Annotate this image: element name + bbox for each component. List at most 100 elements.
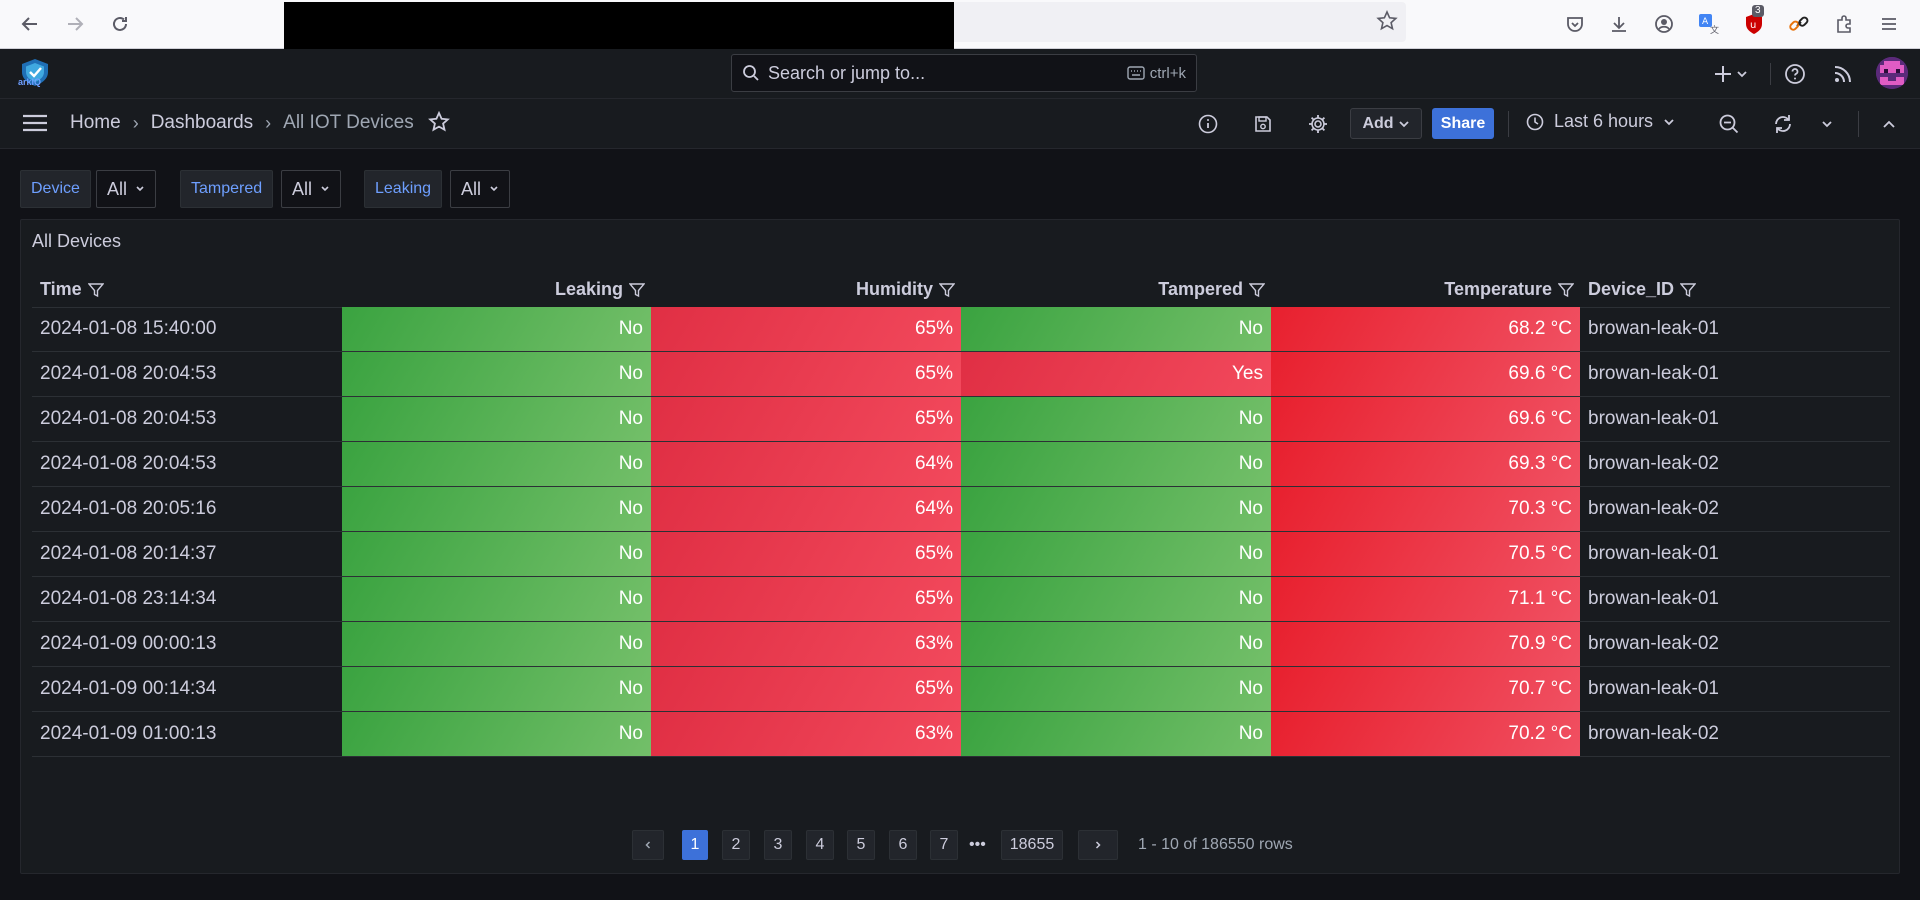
filter-icon[interactable] [87,282,104,298]
breadcrumb-home[interactable]: Home [70,112,121,134]
variable-leaking-select[interactable]: All [450,170,511,208]
cell-time: 2024-01-09 00:14:34 [40,678,217,699]
back-icon[interactable] [18,12,42,36]
column-header-temperature[interactable]: Temperature [1271,272,1580,307]
settings-gear-icon[interactable] [1305,111,1331,137]
refresh-interval-chevron-icon[interactable] [1814,111,1840,137]
reload-icon[interactable] [108,12,132,36]
cell-temperature: 70.7 °C [1271,667,1580,711]
column-header-device-id[interactable]: Device_ID [1580,272,1890,307]
breadcrumb-current: All IOT Devices [283,112,414,133]
collapse-chevron-up-icon[interactable] [1876,111,1902,137]
news-feed-icon[interactable] [1830,61,1856,87]
table-row: 2024-01-08 20:04:53 No 64% No 69.3 °C browan-… [32,442,1890,487]
filter-icon[interactable] [1680,282,1697,298]
zoom-out-icon[interactable] [1716,111,1742,137]
variable-device-select[interactable]: All [96,170,157,208]
cell-humidity: 65% [651,307,961,351]
search-bar[interactable]: Search or jump to... ctrl+k [731,54,1197,92]
table-row: 2024-01-08 23:14:34 No 65% No 71.1 °C browan-… [32,577,1890,622]
translate-icon[interactable]: A文 [1697,12,1721,36]
column-header-label: Temperature [1444,279,1552,299]
browser-toolbar: A文 u 3 [0,0,1920,52]
url-bar[interactable] [284,2,1406,52]
forward-icon[interactable] [63,12,87,36]
cell-leaking: No [342,532,651,576]
add-button[interactable]: Add [1350,108,1422,139]
table-row: 2024-01-08 20:04:53 No 65% No 69.6 °C browan-… [32,397,1890,442]
cell-tampered: No [961,442,1271,486]
link-icon[interactable] [1787,12,1811,36]
cell-temperature: 70.9 °C [1271,622,1580,666]
cell-tampered: No [961,622,1271,666]
extensions-icon[interactable] [1832,12,1856,36]
cell-time: 2024-01-08 20:04:53 [40,453,217,474]
save-icon[interactable] [1250,111,1276,137]
page-button-last[interactable]: 18655 [1001,830,1063,860]
dashboard-info-icon[interactable] [1195,111,1221,137]
hamburger-menu-icon[interactable] [22,113,48,133]
extension-badge: 3 [1752,5,1764,17]
filter-icon[interactable] [1558,282,1574,298]
breadcrumb-dashboards[interactable]: Dashboards [151,112,253,134]
page-button-5[interactable]: 5 [847,830,875,860]
cell-temperature: 69.3 °C [1271,442,1580,486]
cell-device-id: browan-leak-01 [1588,318,1719,339]
cell-time: 2024-01-09 01:00:13 [40,723,217,744]
breadcrumb: Home › Dashboards › All IOT Devices [70,112,414,134]
cell-humidity: 65% [651,667,961,711]
divider [1770,63,1771,85]
cell-humidity: 64% [651,487,961,531]
table-row: 2024-01-09 00:14:34 No 65% No 70.7 °C browan-… [32,667,1890,712]
breadcrumb-separator: › [132,112,139,133]
download-icon[interactable] [1607,12,1631,36]
table-row: 2024-01-08 20:05:16 No 64% No 70.3 °C browan-… [32,487,1890,532]
share-button[interactable]: Share [1432,108,1494,139]
column-header-leaking[interactable]: Leaking [342,272,651,307]
cell-humidity: 64% [651,442,961,486]
next-page-icon[interactable] [1078,830,1118,860]
filter-icon[interactable] [939,282,955,298]
prev-page-icon[interactable] [632,830,664,860]
page-button-3[interactable]: 3 [764,830,792,860]
cell-humidity: 65% [651,532,961,576]
page-button-6[interactable]: 6 [889,830,917,860]
cell-device-id: browan-leak-01 [1588,363,1719,384]
avatar[interactable] [1876,57,1908,89]
divider [1508,111,1509,137]
favorite-star-icon[interactable] [428,111,450,133]
panel-title[interactable]: All Devices [32,231,121,252]
column-header-label: Humidity [855,279,933,299]
page-button-4[interactable]: 4 [806,830,834,860]
chevron-down-icon [489,184,499,194]
account-icon[interactable] [1652,12,1676,36]
filter-icon[interactable] [1249,282,1265,298]
help-icon[interactable] [1782,61,1808,87]
top-navigation: arkIQ Search or jump to... ctrl+k [0,49,1920,99]
cell-leaking: No [342,667,651,711]
table-row: 2024-01-08 20:14:37 No 65% No 70.5 °C browan-… [32,532,1890,577]
logo[interactable] [16,57,54,93]
redacted-url [284,2,954,52]
page-button-1[interactable]: 1 [682,830,708,860]
filter-icon[interactable] [629,282,645,298]
variable-tampered-select[interactable]: All [281,170,342,208]
chevron-down-icon [1398,118,1410,130]
page-button-2[interactable]: 2 [722,830,750,860]
cell-humidity: 65% [651,352,961,396]
pagination-ellipsis: ••• [969,836,986,853]
new-menu-button[interactable] [1712,61,1752,87]
time-range-picker[interactable]: Last 6 hours [1526,111,1675,132]
refresh-icon[interactable] [1770,111,1796,137]
page-button-7[interactable]: 7 [930,830,958,860]
column-header-time[interactable]: Time [32,272,342,307]
bookmark-star-icon[interactable] [1376,10,1398,32]
pagination: 1 2 3 4 5 6 7 ••• 18655 1 - 10 of 186550… [21,830,1899,862]
column-header-tampered[interactable]: Tampered [961,272,1271,307]
cell-leaking: No [342,442,651,486]
variable-value: All [292,178,313,199]
column-header-humidity[interactable]: Humidity [651,272,961,307]
menu-icon[interactable] [1877,12,1901,36]
pocket-icon[interactable] [1563,12,1587,36]
cell-tampered: No [961,712,1271,756]
